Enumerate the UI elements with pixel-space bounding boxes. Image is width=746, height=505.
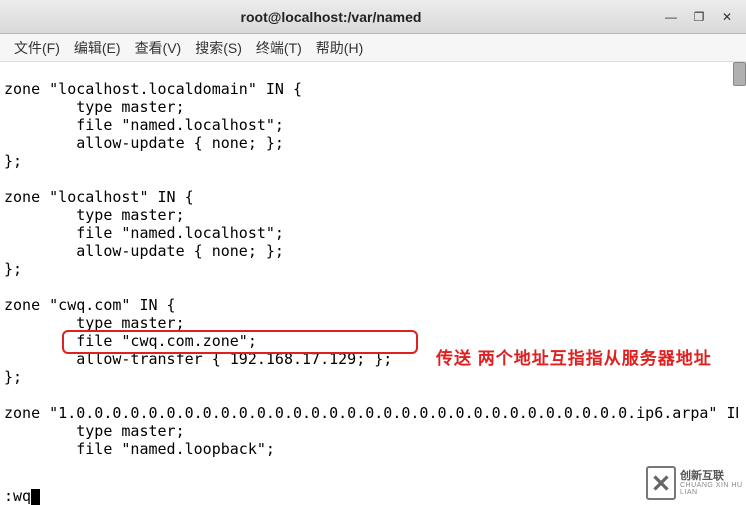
text-cursor: [31, 489, 40, 505]
maximize-button[interactable]: ❐: [688, 6, 710, 28]
annotation-text: 传送 两个地址互指指从服务器地址: [436, 346, 736, 372]
window-title: root@localhost:/var/named: [8, 9, 654, 25]
logo-name: 创新互联: [680, 471, 746, 482]
menubar: 文件(F) 编辑(E) 查看(V) 搜索(S) 终端(T) 帮助(H): [0, 34, 746, 62]
logo-icon: [646, 466, 676, 500]
close-button[interactable]: ✕: [716, 6, 738, 28]
menu-search[interactable]: 搜索(S): [189, 36, 248, 60]
titlebar: root@localhost:/var/named — ❐ ✕: [0, 0, 746, 34]
menu-view[interactable]: 查看(V): [129, 36, 188, 60]
watermark-logo: 创新互联 CHUANG XIN HU LIAN: [646, 461, 746, 505]
menu-help[interactable]: 帮助(H): [310, 36, 369, 60]
vim-command-line[interactable]: :wq: [4, 487, 40, 505]
menu-file[interactable]: 文件(F): [8, 36, 66, 60]
editor-content[interactable]: zone "localhost.localdomain" IN { type m…: [4, 62, 738, 505]
menu-edit[interactable]: 编辑(E): [68, 36, 127, 60]
minimize-button[interactable]: —: [660, 6, 682, 28]
scrollbar-vertical[interactable]: [733, 62, 746, 86]
logo-subtitle: CHUANG XIN HU LIAN: [680, 482, 746, 496]
menu-terminal[interactable]: 终端(T): [250, 36, 308, 60]
